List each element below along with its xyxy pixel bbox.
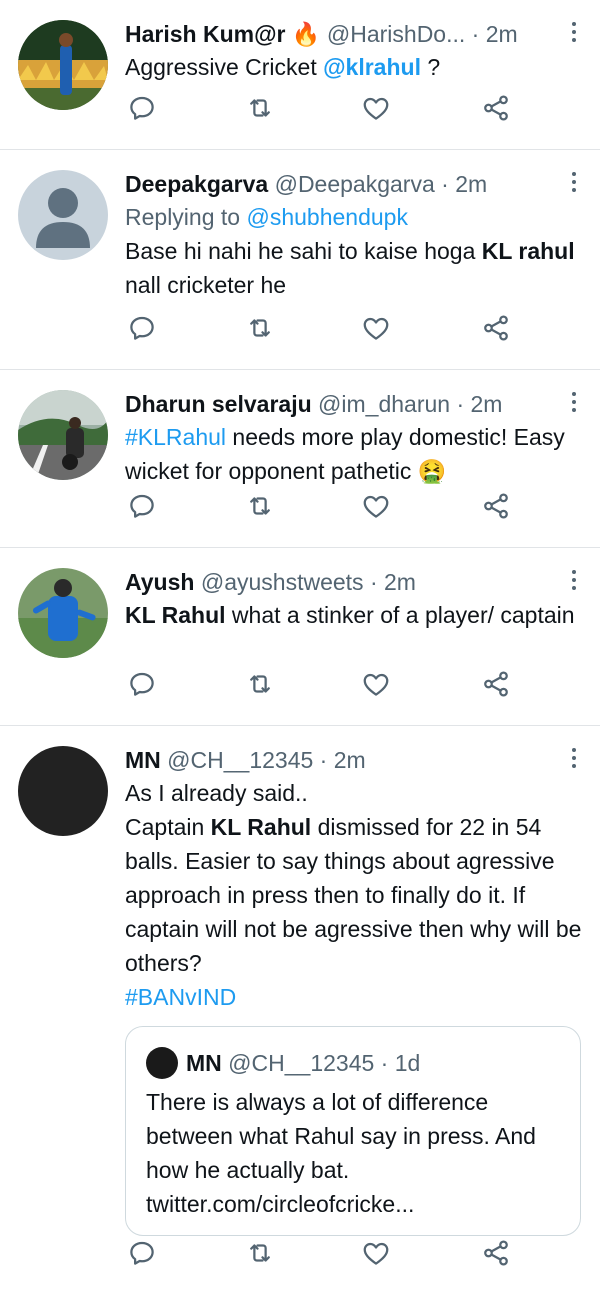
reply-icon[interactable] bbox=[127, 1238, 157, 1268]
like-icon[interactable] bbox=[361, 93, 391, 123]
user-handle[interactable]: @ayushstweets bbox=[201, 569, 364, 595]
text-segment: Base hi nahi he sahi to kaise hoga bbox=[125, 238, 482, 264]
like-icon[interactable] bbox=[361, 669, 391, 699]
tweet[interactable]: Ayush @ayushstweets · 2m KL Rahul what a… bbox=[0, 548, 600, 726]
tweet-header: MN @CH__12345 · 2m bbox=[125, 744, 582, 776]
display-name[interactable]: MN bbox=[125, 747, 161, 773]
mention-link[interactable]: @klrahul bbox=[323, 54, 421, 80]
tweet-header: Ayush @ayushstweets · 2m bbox=[125, 566, 582, 598]
more-icon[interactable] bbox=[570, 22, 578, 46]
text-line: As I already said.. bbox=[125, 780, 308, 806]
quoted-user-handle: @CH__12345 bbox=[228, 1050, 375, 1076]
separator-dot: · bbox=[456, 391, 465, 417]
avatar[interactable] bbox=[18, 746, 108, 836]
timestamp[interactable]: 2m bbox=[486, 21, 518, 47]
retweet-icon[interactable] bbox=[245, 669, 275, 699]
timestamp[interactable]: 2m bbox=[471, 391, 503, 417]
tweet-text: Aggressive Cricket @klrahul ? bbox=[125, 50, 582, 84]
highlight-text: KL Rahul bbox=[210, 814, 312, 840]
text-segment: ? bbox=[420, 54, 441, 80]
timestamp[interactable]: 2m bbox=[384, 569, 416, 595]
retweet-icon[interactable] bbox=[245, 93, 275, 123]
action-bar bbox=[0, 657, 600, 717]
share-icon[interactable] bbox=[481, 313, 511, 343]
quoted-tweet[interactable]: MN @CH__12345 · 1d There is always a lot… bbox=[125, 1026, 581, 1236]
tweet-header: Deepakgarva @Deepakgarva · 2m bbox=[125, 168, 582, 200]
avatar[interactable] bbox=[18, 390, 108, 480]
user-handle[interactable]: @im_dharun bbox=[318, 391, 450, 417]
more-icon[interactable] bbox=[570, 392, 578, 416]
separator-dot: · bbox=[441, 171, 449, 197]
quoted-tweet-text: There is always a lot of difference betw… bbox=[146, 1089, 536, 1217]
user-handle[interactable]: @Deepakgarva bbox=[275, 171, 435, 197]
display-name[interactable]: Dharun selvaraju bbox=[125, 391, 312, 417]
fire-emoji: 🔥 bbox=[291, 21, 321, 47]
quoted-avatar bbox=[146, 1047, 178, 1079]
tweet-header: Harish Kum@r 🔥 @HarishDo... · 2m bbox=[125, 18, 582, 50]
retweet-icon[interactable] bbox=[245, 491, 275, 521]
hashtag-link[interactable]: #KLRahul bbox=[125, 424, 226, 450]
tweet-text: As I already said.. Captain KL Rahul dis… bbox=[125, 776, 582, 1014]
share-icon[interactable] bbox=[481, 1238, 511, 1268]
like-icon[interactable] bbox=[361, 491, 391, 521]
quoted-timestamp: 1d bbox=[394, 1050, 421, 1076]
action-bar bbox=[0, 301, 600, 361]
retweet-icon[interactable] bbox=[245, 313, 275, 343]
like-icon[interactable] bbox=[361, 1238, 391, 1268]
share-icon[interactable] bbox=[481, 93, 511, 123]
separator-dot: · bbox=[471, 21, 480, 47]
replying-label: Replying to bbox=[125, 204, 247, 230]
separator-dot: · bbox=[369, 569, 378, 595]
timestamp[interactable]: 2m bbox=[455, 171, 487, 197]
more-icon[interactable] bbox=[570, 172, 578, 196]
tweet-text: Base hi nahi he sahi to kaise hoga KL ra… bbox=[125, 234, 582, 302]
reply-icon[interactable] bbox=[127, 313, 157, 343]
avatar[interactable] bbox=[18, 568, 108, 658]
tweet[interactable]: Deepakgarva @Deepakgarva · 2m Replying t… bbox=[0, 150, 600, 370]
hashtag-link[interactable]: #BANvIND bbox=[125, 980, 582, 1014]
share-icon[interactable] bbox=[481, 491, 511, 521]
share-icon[interactable] bbox=[481, 669, 511, 699]
separator-dot: · bbox=[380, 1050, 389, 1076]
text-segment: Captain bbox=[125, 814, 211, 840]
reply-mention-link[interactable]: @shubhendupk bbox=[246, 204, 407, 230]
reply-icon[interactable] bbox=[127, 491, 157, 521]
separator-dot: · bbox=[319, 747, 328, 773]
tweet-text: KL Rahul what a stinker of a player/ cap… bbox=[125, 598, 582, 632]
text-segment: nall cricketer he bbox=[125, 272, 287, 298]
replying-to: Replying to @shubhendupk bbox=[125, 200, 582, 234]
reply-icon[interactable] bbox=[127, 93, 157, 123]
display-name[interactable]: Ayush bbox=[125, 569, 194, 595]
tweet-header: Dharun selvaraju @im_dharun · 2m bbox=[125, 388, 582, 420]
action-bar bbox=[0, 479, 600, 539]
display-name[interactable]: Harish Kum@r bbox=[125, 21, 285, 47]
user-handle[interactable]: @HarishDo... bbox=[327, 21, 465, 47]
tweet[interactable]: Harish Kum@r 🔥 @HarishDo... · 2m Aggress… bbox=[0, 0, 600, 150]
like-icon[interactable] bbox=[361, 313, 391, 343]
more-icon[interactable] bbox=[570, 570, 578, 594]
tweet-text: #KLRahul needs more play domestic! Easy … bbox=[125, 420, 582, 488]
retweet-icon[interactable] bbox=[245, 1238, 275, 1268]
text-segment: what a stinker of a player/ captain bbox=[225, 602, 575, 628]
highlight-text: KL rahul bbox=[481, 238, 575, 264]
tweet[interactable]: MN @CH__12345 · 2m As I already said.. C… bbox=[0, 726, 600, 1294]
display-name[interactable]: Deepakgarva bbox=[125, 171, 268, 197]
action-bar bbox=[0, 81, 600, 141]
tweet[interactable]: Dharun selvaraju @im_dharun · 2m #KLRahu… bbox=[0, 370, 600, 548]
action-bar bbox=[0, 1226, 600, 1286]
quoted-tweet-header: MN @CH__12345 · 1d bbox=[146, 1047, 560, 1079]
reply-icon[interactable] bbox=[127, 669, 157, 699]
user-handle[interactable]: @CH__12345 bbox=[167, 747, 313, 773]
more-icon[interactable] bbox=[570, 748, 578, 772]
quoted-display-name: MN bbox=[186, 1050, 222, 1076]
avatar[interactable] bbox=[18, 170, 108, 260]
tweet-feed: Harish Kum@r 🔥 @HarishDo... · 2m Aggress… bbox=[0, 0, 600, 1294]
highlight-text: KL Rahul bbox=[125, 602, 226, 628]
text-segment: Aggressive Cricket bbox=[125, 54, 324, 80]
timestamp[interactable]: 2m bbox=[334, 747, 366, 773]
